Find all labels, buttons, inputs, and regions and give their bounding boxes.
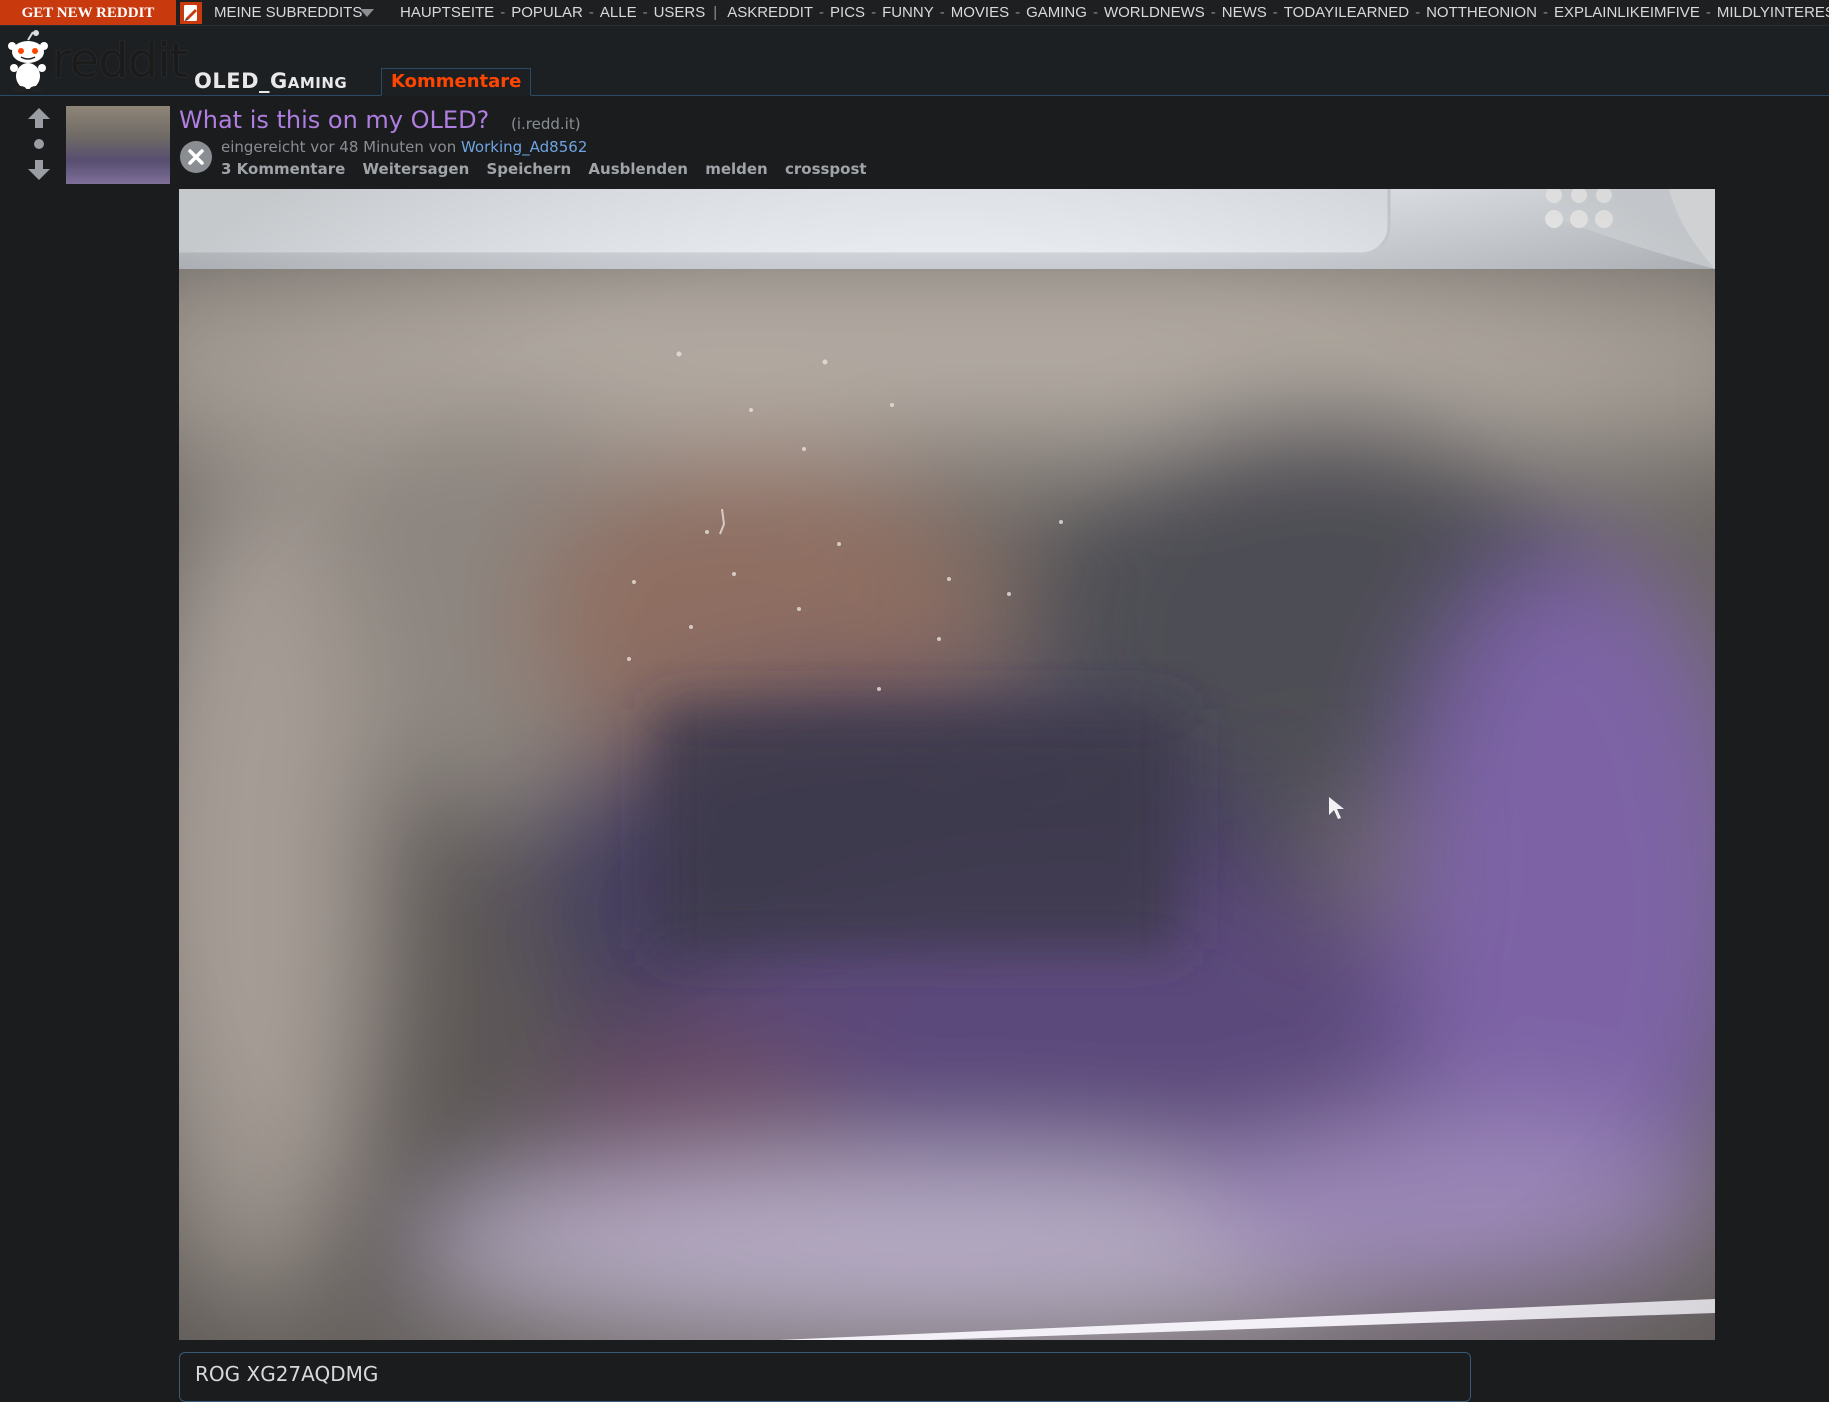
top-navigation-bar: GET NEW REDDIT MEINE SUBREDDITS HAUPTSEI…	[0, 0, 1829, 26]
subreddit-link-funny[interactable]: FUNNY	[882, 4, 934, 21]
tab-comments[interactable]: Kommentare	[381, 68, 532, 96]
author-link[interactable]: Working_Ad8562	[461, 138, 587, 156]
save-button[interactable]: Speichern	[487, 160, 572, 178]
subreddit-link-explainlikeimfive[interactable]: EXPLAINLIKEIMFIVE	[1554, 4, 1700, 21]
post-image[interactable]	[179, 189, 1715, 1340]
my-subreddits-dropdown[interactable]: MEINE SUBREDDITS	[214, 0, 363, 25]
report-button[interactable]: melden	[705, 160, 768, 178]
my-subreddits-label: MEINE SUBREDDITS	[214, 4, 363, 21]
separator: -	[1015, 4, 1021, 21]
header: reddit OLED_Gaming Kommentare	[0, 26, 1829, 96]
separator: -	[500, 4, 506, 21]
subreddit-link-pics[interactable]: PICS	[830, 4, 865, 21]
subreddit-link-users[interactable]: USERS	[654, 4, 706, 21]
separator: -	[1092, 4, 1098, 21]
subreddit-link-worldnews[interactable]: WORLDNEWS	[1104, 4, 1205, 21]
subreddit-link-todayilearned[interactable]: TODAYILEARNED	[1284, 4, 1409, 21]
subreddit-link-mildlyinteresting[interactable]: MILDLYINTERESTING	[1717, 4, 1829, 21]
selftext-content: ROG XG27AQDMG	[195, 1362, 379, 1386]
subreddit-link-askreddit[interactable]: ASKREDDIT	[727, 4, 813, 21]
separator: -	[871, 4, 877, 21]
subreddit-link-nottheonion[interactable]: NOTTHEONION	[1426, 4, 1537, 21]
get-new-reddit-button[interactable]: GET NEW REDDIT	[0, 0, 176, 25]
separator: -	[1705, 4, 1711, 21]
snoo-logo-icon[interactable]	[4, 30, 52, 92]
crosspost-button[interactable]: crosspost	[785, 160, 867, 178]
separator: -	[1415, 4, 1421, 21]
subreddit-bar: HAUPTSEITE - POPULAR - ALLE - USERS | ASKREDDIT -…	[400, 0, 1829, 25]
subreddit-link-gaming[interactable]: GAMING	[1026, 4, 1087, 21]
post-thumbnail[interactable]	[66, 106, 170, 184]
subreddit-name-link[interactable]: OLED_Gaming	[194, 68, 347, 94]
share-button[interactable]: Weitersagen	[363, 160, 470, 178]
post-selftext: ROG XG27AQDMG	[179, 1352, 1471, 1402]
separator: -	[1542, 4, 1548, 21]
hide-button[interactable]: Ausblenden	[588, 160, 688, 178]
post-tagline: eingereicht vor 48 Minuten von Working_A…	[221, 137, 587, 157]
separator: -	[1272, 4, 1278, 21]
subreddit-link-hauptseite[interactable]: HAUPTSEITE	[400, 4, 494, 21]
subreddit-link-alle[interactable]: ALLE	[600, 4, 637, 21]
pencil-icon[interactable]	[180, 2, 202, 24]
reddit-wordmark[interactable]: reddit	[52, 32, 188, 90]
vote-score-dot	[34, 139, 44, 149]
separator: -	[1210, 4, 1216, 21]
separator: -	[939, 4, 945, 21]
separator: -	[819, 4, 825, 21]
chevron-down-icon[interactable]	[360, 9, 374, 17]
subreddit-link-news[interactable]: NEWS	[1222, 4, 1267, 21]
subreddit-link-popular[interactable]: POPULAR	[511, 4, 583, 21]
separator: -	[588, 4, 594, 21]
post-buttons: 3 Kommentare Weitersagen Speichern Ausbl…	[221, 158, 879, 180]
downvote-arrow-icon[interactable]	[28, 160, 50, 180]
separator: -	[642, 4, 648, 21]
tagline-prefix: eingereicht vor 48 Minuten von	[221, 138, 457, 156]
post-title-link[interactable]: What is this on my OLED?	[179, 104, 489, 136]
separator: |	[713, 4, 718, 21]
comments-button[interactable]: 3 Kommentare	[221, 160, 345, 178]
upvote-arrow-icon[interactable]	[28, 108, 50, 128]
subreddit-link-movies[interactable]: MOVIES	[951, 4, 1009, 21]
vote-controls	[28, 108, 50, 180]
close-x-icon[interactable]	[179, 140, 213, 174]
post-domain[interactable]: (i.redd.it)	[511, 114, 581, 134]
